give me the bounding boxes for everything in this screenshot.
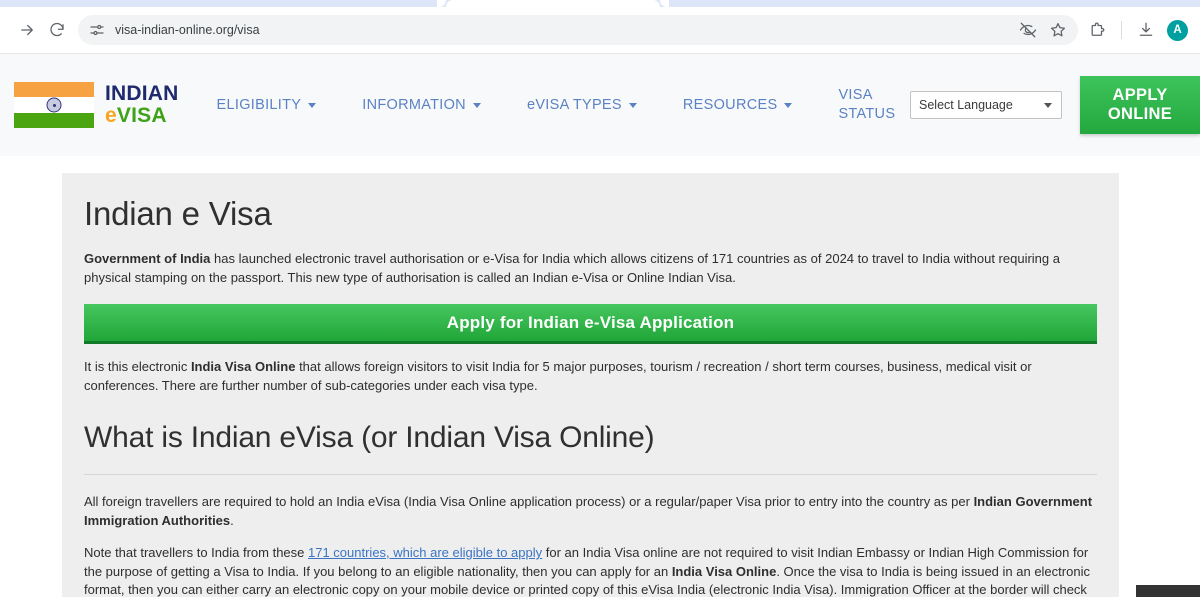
chevron-down-icon xyxy=(784,102,793,108)
address-bar[interactable]: visa-indian-online.org/visa xyxy=(78,15,1078,45)
chat-widget-corner[interactable] xyxy=(1134,583,1200,597)
header-right-controls: Select Language APPLY ONLINE xyxy=(910,54,1200,156)
para2-part1: It is this electronic xyxy=(84,359,191,374)
chevron-down-icon xyxy=(472,102,481,108)
apply-online-button[interactable]: APPLY ONLINE xyxy=(1080,76,1200,134)
section-divider xyxy=(84,474,1097,475)
paragraph-india-visa-online: It is this electronic India Visa Online … xyxy=(84,358,1097,395)
para2-bold: India Visa Online xyxy=(190,359,296,374)
language-select[interactable]: Select Language xyxy=(910,91,1062,119)
para3-part2: . xyxy=(230,512,234,528)
star-icon xyxy=(1050,22,1066,37)
puzzle-piece-icon xyxy=(1091,22,1105,36)
downloads-button[interactable] xyxy=(1131,15,1161,45)
nav-label-resources: RESOURCES xyxy=(682,97,778,113)
tune-sliders-icon[interactable] xyxy=(88,21,106,39)
flag-band-saffron xyxy=(14,82,94,98)
tab-strip xyxy=(0,0,1200,7)
intro-bold: Government of India xyxy=(84,251,211,266)
reload-button[interactable] xyxy=(42,15,72,45)
ashoka-chakra-icon xyxy=(46,97,62,113)
logo-text: INDIAN eVISA xyxy=(105,81,179,127)
page-title: Indian e Visa xyxy=(84,195,272,232)
intro-paragraph: Government of India has launched electro… xyxy=(84,250,1097,287)
content-card: Indian e Visa Government of India has la… xyxy=(62,173,1119,597)
apply-cta-label: Apply for Indian e-Visa Application xyxy=(446,312,735,332)
nav-item-evisa-types[interactable]: eVISA TYPES xyxy=(527,97,637,113)
nav-label-eligibility: ELIGIBILITY xyxy=(216,97,302,113)
nav-item-eligibility[interactable]: ELIGIBILITY xyxy=(217,97,317,113)
intro-text: has launched electronic travel authorisa… xyxy=(84,251,1060,285)
nav-item-visa-status[interactable]: VISA STATUS xyxy=(838,86,895,123)
apply-cta-banner[interactable]: Apply for Indian e-Visa Application xyxy=(84,304,1097,344)
avatar[interactable]: A xyxy=(1167,19,1188,41)
chevron-down-icon xyxy=(628,102,637,108)
browser-tab-active[interactable] xyxy=(437,0,669,7)
extensions-button[interactable] xyxy=(1082,15,1112,45)
nav-label-status: STATUS xyxy=(838,106,896,122)
para4-part1: Note that travellers to India from these xyxy=(84,545,308,560)
logo-visa: VISA xyxy=(116,104,167,127)
browser-toolbar: visa-indian-online.org/visa A xyxy=(0,7,1200,54)
india-flag-icon xyxy=(14,82,94,128)
page-body: Indian e Visa Government of India has la… xyxy=(0,156,1200,597)
chevron-down-icon xyxy=(308,102,317,108)
para3-part1: All foreign travellers are required to h… xyxy=(84,494,974,509)
toolbar-divider xyxy=(1121,21,1122,39)
nav-item-resources[interactable]: RESOURCES xyxy=(683,97,793,113)
url-text: visa-indian-online.org/visa xyxy=(115,23,260,37)
apply-online-line2: ONLINE xyxy=(1107,105,1173,123)
site-header: INDIAN eVISA ELIGIBILITY INFORMATION eVI… xyxy=(0,54,1200,156)
apply-online-line1: APPLY xyxy=(1112,86,1168,105)
logo-e: e xyxy=(105,104,117,127)
nav-label-information: INFORMATION xyxy=(362,97,466,113)
eligible-countries-link[interactable]: 171 countries, which are eligible to app… xyxy=(308,545,542,560)
forward-button[interactable] xyxy=(12,15,42,45)
forward-arrow-icon xyxy=(21,24,33,36)
reload-icon xyxy=(50,22,64,37)
para4-bold: India Visa Online xyxy=(671,563,777,579)
nav-label-evisa-types: eVISA TYPES xyxy=(526,97,622,113)
tracking-protection-button[interactable] xyxy=(1014,16,1042,44)
language-select-value: Select Language xyxy=(919,98,1013,112)
paragraph-eligible-countries: Note that travellers to India from these… xyxy=(84,544,1097,597)
section-title: What is Indian eVisa (or Indian Visa Onl… xyxy=(84,421,655,454)
paragraph-travellers-requirement: All foreign travellers are required to h… xyxy=(84,493,1097,530)
download-icon xyxy=(1139,22,1153,36)
toolbar-right-actions: A xyxy=(1082,15,1188,45)
chevron-down-icon xyxy=(1044,102,1052,108)
content-inner: Indian e Visa Government of India has la… xyxy=(84,195,1097,597)
browser-chrome: visa-indian-online.org/visa A xyxy=(0,0,1200,54)
logo-line-indian: INDIAN xyxy=(105,81,179,105)
bookmark-button[interactable] xyxy=(1044,16,1072,44)
site-logo[interactable]: INDIAN eVISA xyxy=(14,82,179,128)
main-navigation: ELIGIBILITY INFORMATION eVISA TYPES RESO… xyxy=(217,86,896,123)
nav-item-information[interactable]: INFORMATION xyxy=(362,97,481,113)
omnibox-actions xyxy=(1014,16,1072,44)
nav-label-visa: VISA xyxy=(838,87,873,104)
flag-band-green xyxy=(14,112,94,128)
eye-off-icon xyxy=(1019,22,1037,38)
logo-line-evisa: eVISA xyxy=(105,104,179,127)
